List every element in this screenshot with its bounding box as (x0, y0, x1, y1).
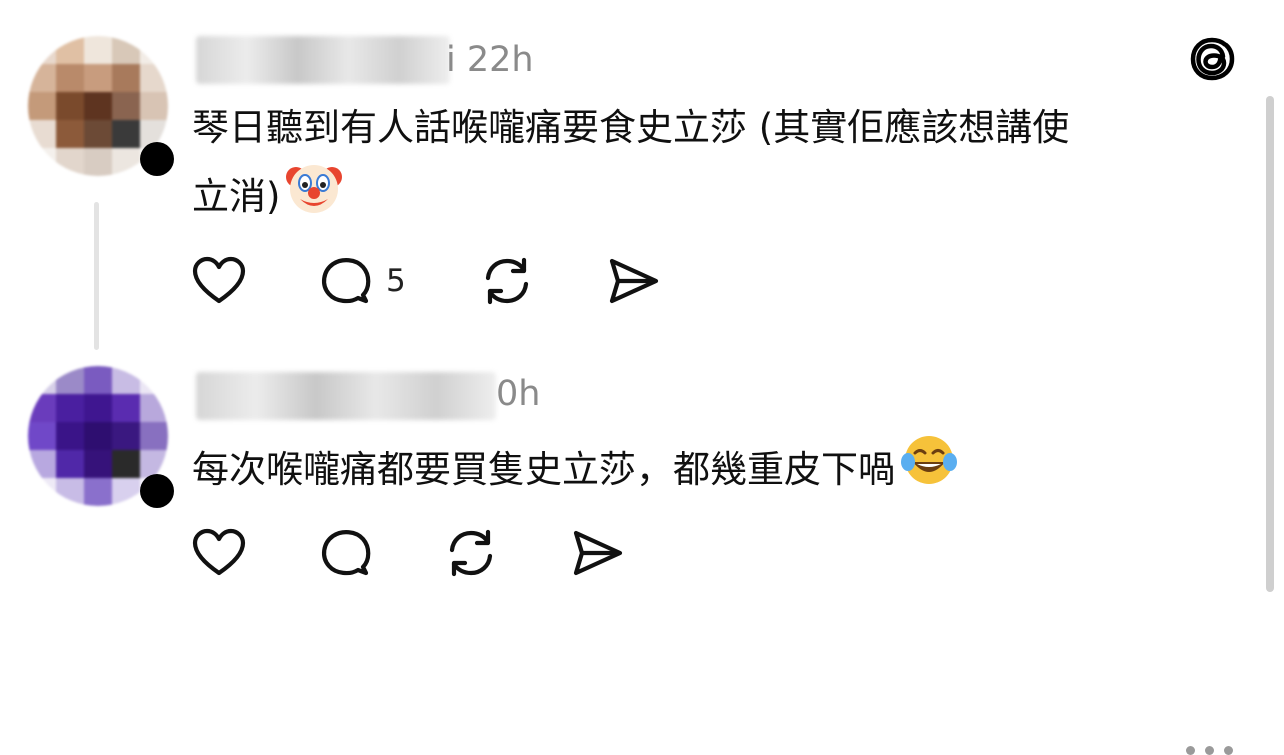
username-redacted[interactable] (196, 372, 496, 420)
timestamp-text: 0h (496, 374, 541, 414)
threads-logo-icon[interactable] (1186, 32, 1240, 86)
username-redacted[interactable] (196, 36, 450, 84)
post-2: 0h 每次喉嚨痛都要買隻史立莎，都幾重皮下喎 (0, 360, 1284, 755)
post-text-line-1: 每次喉嚨痛都要買隻史立莎，都幾重皮下喎 (192, 448, 895, 491)
send-icon (609, 258, 659, 304)
post-1: i 22h 琴日聽到有人話喉嚨痛要食史立莎 (其實佢應該想講使 立消) 5 (0, 0, 1284, 360)
reply-button[interactable]: 5 (318, 255, 406, 307)
face-with-tears-of-joy-icon (899, 432, 959, 507)
timestamp: 0h (496, 374, 540, 414)
repost-button[interactable] (480, 254, 534, 308)
repost-button[interactable] (444, 526, 498, 580)
reply-button[interactable] (318, 527, 374, 579)
reply-count: 5 (386, 263, 406, 299)
send-icon (573, 530, 623, 576)
follow-badge-icon[interactable] (140, 474, 174, 508)
repost-icon (485, 257, 529, 305)
like-button[interactable] (192, 528, 246, 578)
follow-badge-icon[interactable] (140, 142, 174, 176)
clown-face-icon (284, 159, 344, 234)
repost-icon (449, 529, 493, 577)
like-button[interactable] (192, 256, 246, 306)
timestamp: i 22h (446, 40, 534, 80)
heart-icon (192, 528, 246, 576)
share-button[interactable] (570, 528, 624, 578)
heart-icon (192, 256, 246, 304)
share-button[interactable] (606, 256, 660, 306)
post-text-line-2-text: 立消) (192, 175, 281, 218)
post-text: 每次喉嚨痛都要買隻史立莎，都幾重皮下喎 (192, 432, 959, 507)
username-tail: i (446, 40, 456, 80)
more-options-icon[interactable] (1186, 746, 1233, 755)
post-text-line-1: 琴日聽到有人話喉嚨痛要食史立莎 (其實佢應該想講使 (192, 106, 1070, 149)
comment-icon (322, 258, 371, 304)
thread-connector-line (94, 202, 99, 350)
post-text-line-2: 立消) (192, 159, 1069, 234)
timestamp-text: 22h (466, 40, 534, 80)
post-text: 琴日聽到有人話喉嚨痛要食史立莎 (其實佢應該想講使 立消) (192, 96, 1069, 234)
comment-icon (322, 530, 371, 576)
